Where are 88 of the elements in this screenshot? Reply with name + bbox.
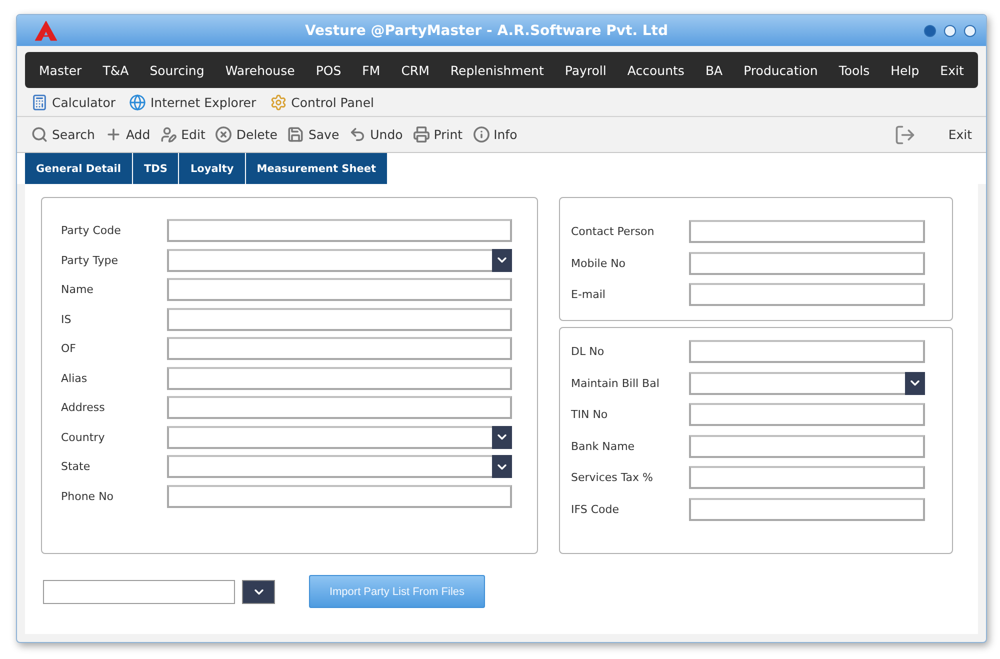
- tab[interactable]: Measurement Sheet: [246, 153, 388, 184]
- field-label: Services Tax %: [571, 471, 654, 484]
- menu-item[interactable]: Sourcing: [144, 62, 210, 78]
- field-label: Phone No: [61, 490, 115, 503]
- input-field[interactable]: [167, 308, 512, 331]
- field-label: Country: [61, 430, 106, 444]
- menu-item[interactable]: Payroll: [558, 62, 612, 78]
- field-label: IFS Code: [571, 502, 620, 516]
- window-title: Vesture @PartyMaster - A.R.Software Pvt. Ltd: [304, 22, 670, 38]
- input-field[interactable]: [167, 396, 512, 420]
- exit-button[interactable]: Exit: [948, 127, 972, 142]
- quick-launch-item[interactable]: Internet Explorer: [129, 94, 256, 110]
- delete-icon: [215, 126, 232, 143]
- input-field[interactable]: [689, 220, 925, 244]
- menu-item[interactable]: Exit: [934, 62, 970, 78]
- field-label: E-mail: [571, 288, 606, 302]
- dropdown-field[interactable]: [689, 372, 925, 395]
- toolbar-button[interactable]: Add: [104, 126, 150, 143]
- field-label: Party Type: [61, 254, 119, 267]
- toolbar-button[interactable]: Undo: [349, 126, 403, 143]
- tab[interactable]: Loyalty: [179, 153, 246, 184]
- field-label: Maintain Bill Bal: [571, 376, 660, 390]
- undo-icon: [349, 126, 366, 143]
- dropdown-field[interactable]: [167, 248, 512, 272]
- window-control-icon[interactable]: [964, 24, 976, 36]
- input-field[interactable]: [689, 403, 925, 426]
- info-icon: [472, 126, 490, 143]
- menu-item[interactable]: Tools: [832, 62, 876, 78]
- menu-item[interactable]: Producation: [738, 62, 824, 78]
- quick-launch-item[interactable]: Control Panel: [270, 94, 374, 110]
- globe-icon: [129, 94, 146, 110]
- settings-icon: [270, 94, 288, 110]
- menu-item[interactable]: POS: [310, 62, 348, 78]
- input-field[interactable]: [689, 466, 925, 490]
- field-label: Alias: [61, 372, 88, 385]
- save-icon: [287, 126, 304, 143]
- menu-item[interactable]: T&A: [96, 62, 135, 78]
- input-field[interactable]: [167, 278, 512, 302]
- input-field[interactable]: [689, 283, 925, 306]
- window-control-icon[interactable]: [944, 24, 956, 36]
- menu-item[interactable]: Replenishment: [444, 62, 550, 78]
- input-field[interactable]: [689, 498, 925, 521]
- input-field[interactable]: [167, 366, 512, 390]
- field-label: Mobile No: [571, 256, 627, 270]
- input-field[interactable]: [167, 337, 512, 360]
- input-field[interactable]: [167, 219, 512, 242]
- window-control-icon[interactable]: [924, 24, 936, 36]
- field-label: Contact Person: [571, 225, 656, 238]
- input-field[interactable]: [689, 434, 925, 458]
- logo-icon: [35, 20, 57, 40]
- exit-icon: [894, 124, 916, 146]
- menu-item[interactable]: FM: [356, 62, 386, 78]
- dropdown-field[interactable]: [167, 426, 512, 449]
- tab[interactable]: TDS: [133, 153, 180, 184]
- menu-item[interactable]: Help: [884, 62, 926, 78]
- input-field[interactable]: [689, 252, 925, 275]
- menu-item[interactable]: Accounts: [621, 62, 690, 78]
- dropdown-field[interactable]: [167, 455, 512, 478]
- field-label: State: [61, 460, 92, 474]
- add-icon: [104, 126, 122, 143]
- toolbar-button[interactable]: Search: [31, 126, 95, 143]
- field-label: DL No: [571, 345, 606, 358]
- toolbar-button[interactable]: Delete: [215, 126, 278, 143]
- toolbar-button[interactable]: Edit: [160, 126, 206, 143]
- menu-item[interactable]: Warehouse: [219, 62, 301, 78]
- toolbar-button[interactable]: Info: [472, 126, 518, 143]
- field-label: Bank Name: [571, 440, 636, 453]
- edit-icon: [160, 126, 178, 143]
- menu-item[interactable]: Master: [33, 62, 88, 78]
- field-label: OF: [61, 342, 77, 356]
- field-label: Address: [61, 401, 106, 414]
- print-icon: [412, 126, 430, 143]
- field-label: TIN No: [571, 408, 609, 422]
- field-label: IS: [61, 312, 72, 326]
- search-icon: [31, 126, 48, 143]
- toolbar-button[interactable]: Save: [287, 126, 340, 143]
- menu-item[interactable]: BA: [699, 62, 729, 78]
- menu-item[interactable]: CRM: [395, 62, 436, 78]
- toolbar-button[interactable]: Print: [412, 126, 463, 143]
- quick-launch-item[interactable]: Calculator: [31, 94, 116, 110]
- input-field[interactable]: [43, 580, 235, 604]
- input-field[interactable]: [689, 340, 925, 364]
- field-label: Name: [61, 283, 94, 296]
- calculator-icon: [31, 94, 48, 110]
- field-label: Party Code: [61, 224, 122, 238]
- input-field[interactable]: [167, 484, 512, 508]
- tab[interactable]: General Detail: [25, 153, 133, 184]
- dropdown-button[interactable]: [242, 580, 275, 604]
